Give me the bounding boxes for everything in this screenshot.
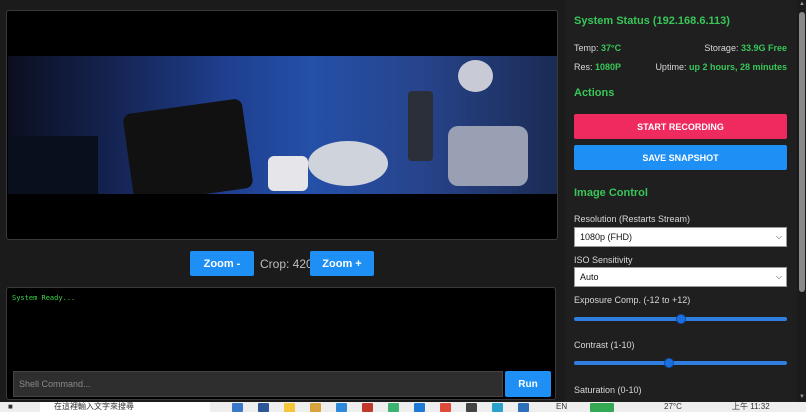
temp-value: 37°C bbox=[601, 43, 622, 53]
uptime-label: Uptime: bbox=[655, 62, 687, 72]
app-icon[interactable] bbox=[310, 403, 321, 412]
chrome-icon[interactable] bbox=[440, 403, 451, 412]
scroll-up-icon[interactable]: ▲ bbox=[799, 1, 805, 7]
resolution-label: Resolution (Restarts Stream) bbox=[574, 214, 691, 224]
slider-thumb[interactable] bbox=[663, 358, 674, 368]
app-icon[interactable] bbox=[492, 403, 503, 412]
res-value: 1080P bbox=[595, 62, 622, 72]
start-recording-button[interactable]: START RECORDING bbox=[574, 114, 787, 139]
chevron-down-icon: ⌵ bbox=[775, 272, 782, 281]
app-icon[interactable] bbox=[362, 403, 373, 412]
contrast-label: Contrast (1-10) bbox=[574, 340, 635, 350]
image-control-title: Image Control bbox=[574, 187, 648, 199]
storage-readout: Storage: 33.9G Free bbox=[704, 43, 787, 53]
app-icon[interactable] bbox=[336, 403, 347, 412]
temp-label: Temp: bbox=[574, 43, 599, 53]
storage-label: Storage: bbox=[704, 43, 739, 53]
zoom-out-button[interactable]: Zoom - bbox=[190, 251, 254, 276]
exposure-label: Exposure Comp. (-12 to +12) bbox=[574, 295, 691, 305]
app-icon[interactable] bbox=[258, 403, 269, 412]
storage-value: 33.9G Free bbox=[740, 43, 787, 53]
crop-label: Crop: 420 bbox=[260, 257, 313, 271]
res-label: Res: bbox=[574, 62, 593, 72]
iso-label: ISO Sensitivity bbox=[574, 255, 633, 265]
exposure-slider[interactable] bbox=[574, 314, 787, 324]
iso-select[interactable]: Auto ⌵ bbox=[574, 267, 787, 287]
camera-feed-image bbox=[8, 56, 557, 194]
taskbar-search-box[interactable]: 在這裡輸入文字來搜尋 bbox=[40, 402, 210, 412]
console-output: System Ready... bbox=[12, 294, 76, 302]
save-snapshot-button[interactable]: SAVE SNAPSHOT bbox=[574, 145, 787, 170]
uptime-value: up 2 hours, 28 minutes bbox=[688, 62, 787, 72]
folder-icon[interactable] bbox=[284, 403, 295, 412]
shell-command-input[interactable] bbox=[13, 371, 503, 397]
vscode-icon[interactable] bbox=[414, 403, 425, 412]
system-status-title: System Status (192.168.6.113) bbox=[574, 15, 730, 27]
app-icon[interactable] bbox=[388, 403, 399, 412]
temp-readout: Temp: 37°C bbox=[574, 43, 621, 53]
resolution-selected: 1080p (FHD) bbox=[580, 232, 633, 242]
app-icon[interactable] bbox=[466, 403, 477, 412]
windows-taskbar: ■ 在這裡輸入文字來搜尋 EN 27°C 上午 11:32 bbox=[0, 402, 806, 412]
shell-console: System Ready... Run bbox=[6, 287, 556, 400]
weather-temp[interactable]: 27°C bbox=[664, 402, 682, 412]
windows-start-icon[interactable]: ■ bbox=[8, 402, 13, 412]
page-scrollbar[interactable]: ▲ ▼ bbox=[798, 0, 806, 402]
actions-title: Actions bbox=[574, 87, 615, 99]
battery-icon[interactable] bbox=[590, 403, 614, 412]
slider-track bbox=[574, 361, 787, 365]
scroll-down-icon[interactable]: ▼ bbox=[799, 394, 805, 400]
app-icon[interactable] bbox=[232, 403, 243, 412]
zoom-in-button[interactable]: Zoom + bbox=[310, 251, 374, 276]
resolution-select[interactable]: 1080p (FHD) ⌵ bbox=[574, 227, 787, 247]
search-text: 在這裡輸入文字來搜尋 bbox=[54, 402, 134, 411]
res-readout: Res: 1080P bbox=[574, 62, 621, 72]
app-icon[interactable] bbox=[518, 403, 529, 412]
ime-indicator[interactable]: EN bbox=[556, 402, 567, 412]
scrollbar-thumb[interactable] bbox=[799, 12, 805, 292]
video-stream bbox=[6, 10, 558, 240]
slider-thumb[interactable] bbox=[675, 314, 686, 324]
control-panel: System Status (192.168.6.113) Temp: 37°C… bbox=[565, 0, 797, 402]
iso-selected: Auto bbox=[580, 272, 599, 282]
zoom-controls: Zoom - Crop: 420 Zoom + bbox=[0, 251, 560, 277]
saturation-label: Saturation (0-10) bbox=[574, 385, 642, 395]
chevron-down-icon: ⌵ bbox=[775, 232, 782, 241]
app-root: Zoom - Crop: 420 Zoom + System Ready... … bbox=[0, 0, 806, 412]
clock[interactable]: 上午 11:32 bbox=[732, 402, 770, 412]
contrast-slider[interactable] bbox=[574, 358, 787, 368]
uptime-readout: Uptime: up 2 hours, 28 minutes bbox=[655, 62, 787, 72]
run-button[interactable]: Run bbox=[505, 371, 551, 397]
